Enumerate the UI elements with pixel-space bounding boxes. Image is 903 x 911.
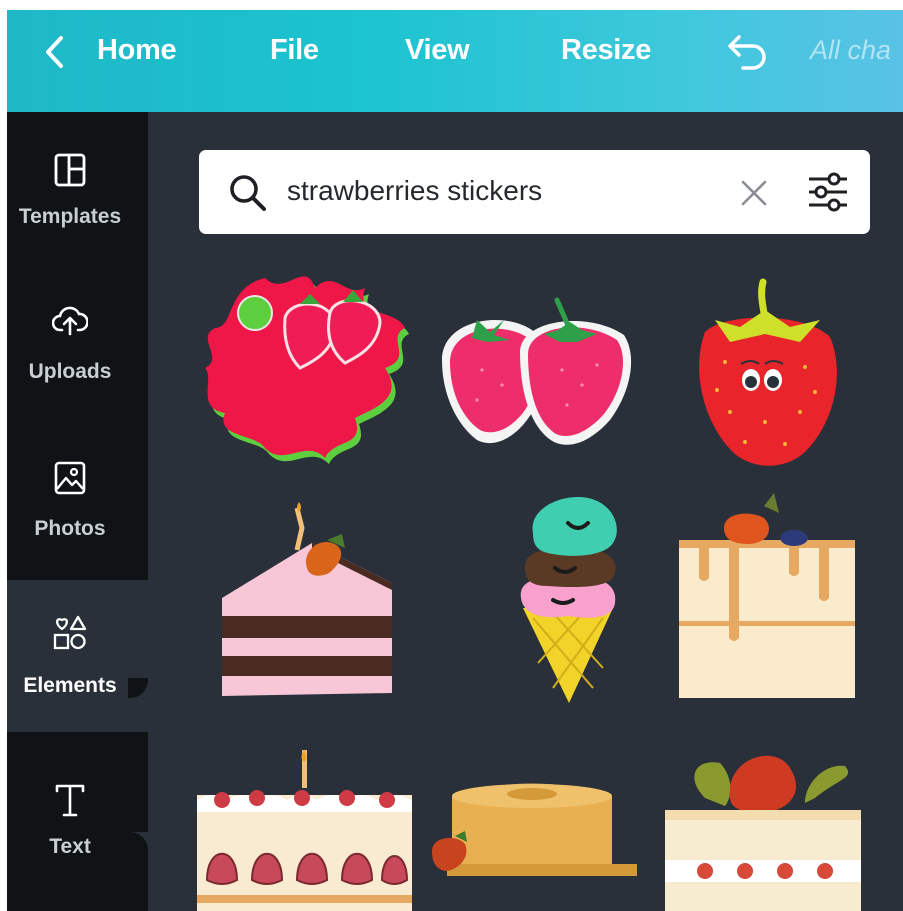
sidebar-corner: [128, 678, 148, 698]
sidebar-item-photos[interactable]: Photos: [7, 422, 148, 572]
upload-cloud-icon: [52, 306, 88, 336]
resize-menu[interactable]: Resize: [561, 34, 651, 67]
sidebar-corner: [128, 832, 148, 852]
view-menu[interactable]: View: [405, 34, 470, 67]
sidebar-item-elements[interactable]: Elements: [7, 580, 148, 732]
sidebar-label-uploads: Uploads: [28, 360, 112, 383]
sidebar-item-templates[interactable]: Templates: [7, 112, 148, 262]
smiling-strawberry-sticker[interactable]: [685, 272, 845, 472]
search-bar: [199, 150, 870, 234]
home-button[interactable]: Home: [97, 34, 177, 67]
templates-icon: [54, 153, 86, 187]
save-status-text: All cha: [810, 35, 892, 65]
sidebar-item-text[interactable]: Text: [7, 742, 148, 892]
sliders-icon[interactable]: [806, 170, 850, 214]
undo-icon[interactable]: [725, 32, 769, 72]
search-icon: [230, 175, 266, 211]
search-input[interactable]: [287, 168, 707, 214]
drip-cake-sticker[interactable]: [679, 488, 855, 700]
shapes-icon: [53, 615, 87, 650]
chiffon-cake-sticker[interactable]: [427, 776, 639, 886]
ice-cream-cone-sticker[interactable]: [513, 488, 625, 703]
close-icon[interactable]: [739, 178, 769, 208]
sidebar: Templates Uploads Photos Elements Text: [7, 112, 148, 911]
sidebar-label-templates: Templates: [18, 205, 122, 228]
text-icon: [55, 784, 85, 817]
strawberry-layer-cake-sticker[interactable]: [665, 738, 861, 911]
top-menu-bar: Home File View Resize All cha: [7, 10, 903, 112]
chevron-left-icon[interactable]: [41, 34, 69, 70]
two-strawberries-sticker[interactable]: [432, 290, 642, 460]
sidebar-item-uploads[interactable]: Uploads: [7, 267, 148, 417]
sidebar-label-photos: Photos: [34, 517, 106, 540]
strawberry-shortcake-sticker[interactable]: [197, 750, 412, 911]
editor-window: Home File View Resize All cha Templates …: [7, 10, 903, 911]
sidebar-label-text: Text: [49, 835, 91, 858]
strawberry-splash-sticker[interactable]: [195, 258, 415, 468]
cake-slice-sticker[interactable]: [217, 498, 392, 698]
sidebar-label-elements: Elements: [23, 674, 117, 697]
image-icon: [54, 461, 86, 495]
file-menu[interactable]: File: [270, 34, 319, 67]
